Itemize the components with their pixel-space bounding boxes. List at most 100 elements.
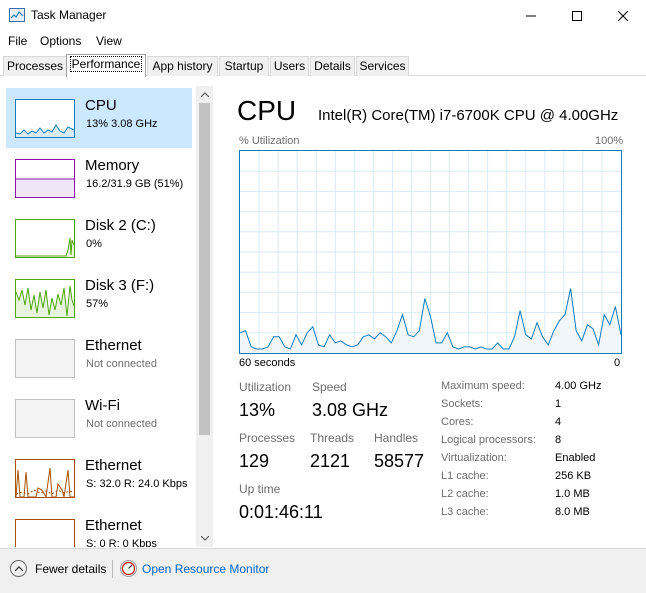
resource-sub: 16.2/31.9 GB (51%) xyxy=(86,178,184,190)
resource-disk-3[interactable]: Disk 3 (F:) 57% xyxy=(6,268,192,328)
tab-details[interactable]: Details xyxy=(310,56,355,76)
menu-file[interactable]: File xyxy=(8,34,27,48)
spec-value: Enabled xyxy=(555,452,596,464)
tab-label: Details xyxy=(314,59,351,73)
minimize-button[interactable] xyxy=(508,0,554,31)
memory-thumbnail xyxy=(15,159,75,198)
resource-ethernet-2[interactable]: Ethernet S: 32.0 R: 24.0 Kbps xyxy=(6,448,192,508)
ethernet-3-thumbnail xyxy=(15,519,75,547)
scroll-thumb[interactable] xyxy=(199,103,210,435)
fewer-details-button[interactable]: Fewer details xyxy=(35,562,106,576)
resource-name: Disk 2 (C:) xyxy=(85,217,156,234)
graph-y-max: 100% xyxy=(595,135,624,147)
resource-wifi[interactable]: Wi-Fi Not connected xyxy=(6,388,192,448)
threads-label: Threads xyxy=(310,431,355,445)
spec-label: L3 cache: xyxy=(441,506,489,518)
graph-y-label: % Utilization xyxy=(239,135,300,147)
spec-label: Maximum speed: xyxy=(441,380,525,392)
title-bar: Task Manager xyxy=(0,0,646,31)
scroll-down-button[interactable] xyxy=(196,530,213,547)
resource-sub: Not connected xyxy=(86,358,157,370)
resource-name: Memory xyxy=(85,157,140,174)
tab-users[interactable]: Users xyxy=(270,56,309,76)
resource-name: Wi-Fi xyxy=(85,397,120,414)
speed-label: Speed xyxy=(312,380,347,394)
handles-value: 58577 xyxy=(374,451,425,471)
spec-label: Logical processors: xyxy=(441,434,536,446)
open-resource-monitor-link[interactable]: Open Resource Monitor xyxy=(142,562,269,576)
spec-value: 1.0 MB xyxy=(555,488,590,500)
chevron-up-icon xyxy=(200,92,209,97)
resource-name: Ethernet xyxy=(85,337,142,354)
spec-value: 1 xyxy=(555,398,562,410)
tab-label: App history xyxy=(152,59,213,73)
tab-app-history[interactable]: App history xyxy=(147,56,218,76)
task-manager-icon xyxy=(9,8,25,22)
maximize-icon xyxy=(572,10,582,21)
cpu-utilization-graph xyxy=(239,150,622,354)
resource-sub: S: 0 R: 0 Kbps xyxy=(86,538,157,547)
minimize-icon xyxy=(526,15,536,16)
processes-value: 129 xyxy=(239,451,270,471)
footer-divider xyxy=(112,560,113,578)
tab-performance[interactable]: Performance xyxy=(66,54,146,77)
tab-label: Processes xyxy=(6,59,64,73)
resource-name: Disk 3 (F:) xyxy=(85,277,155,294)
resource-ethernet-3[interactable]: Ethernet S: 0 R: 0 Kbps xyxy=(6,508,192,547)
resource-sub: 0% xyxy=(86,238,102,250)
tab-startup[interactable]: Startup xyxy=(219,56,269,76)
cpu-graph-svg xyxy=(240,151,621,353)
tab-label: Performance xyxy=(69,56,143,72)
spec-value: 4.00 GHz xyxy=(555,380,602,392)
menu-bar: File Options View xyxy=(0,31,646,51)
resource-disk-2[interactable]: Disk 2 (C:) 0% xyxy=(6,208,192,268)
ethernet-2-thumbnail xyxy=(15,459,75,498)
wifi-thumbnail xyxy=(15,399,75,438)
chevron-up-circle-icon[interactable] xyxy=(10,560,27,577)
resource-name: Ethernet xyxy=(85,517,142,534)
resource-memory[interactable]: Memory 16.2/31.9 GB (51%) xyxy=(6,148,192,208)
menu-options[interactable]: Options xyxy=(40,34,81,48)
scroll-up-button[interactable] xyxy=(196,86,213,103)
resource-list: CPU 13% 3.08 GHz Memory 16.2/31.9 GB (51… xyxy=(0,86,213,547)
spec-value: 256 KB xyxy=(555,470,592,482)
resource-sub: 57% xyxy=(86,298,109,310)
tab-label: Services xyxy=(359,59,406,73)
cpu-thumbnail xyxy=(15,99,75,138)
ethernet-1-thumbnail xyxy=(15,339,75,378)
menu-view[interactable]: View xyxy=(96,34,122,48)
footer-bar: Fewer details Open Resource Monitor xyxy=(0,548,646,593)
utilization-label: Utilization xyxy=(239,380,292,394)
resource-sub: Not connected xyxy=(86,418,157,430)
tab-strip: Processes Performance App history Startu… xyxy=(0,54,646,77)
resource-monitor-icon[interactable] xyxy=(120,560,137,577)
tab-services[interactable]: Services xyxy=(356,56,409,76)
resource-sub: S: 32.0 R: 24.0 Kbps xyxy=(86,478,188,490)
resource-sub: 13% 3.08 GHz xyxy=(86,118,158,130)
window-title: Task Manager xyxy=(31,8,107,22)
processes-label: Processes xyxy=(239,431,296,445)
disk-2-thumbnail xyxy=(15,219,75,258)
close-icon xyxy=(618,10,628,21)
maximize-button[interactable] xyxy=(554,0,600,31)
utilization-value: 13% xyxy=(239,400,276,420)
disk-3-thumbnail xyxy=(15,279,75,318)
close-button[interactable] xyxy=(600,0,646,31)
graph-x-label: 60 seconds xyxy=(239,357,296,369)
detail-title: CPU xyxy=(237,95,297,126)
speed-value: 3.08 GHz xyxy=(312,400,389,420)
threads-value: 2121 xyxy=(310,451,351,471)
spec-label: L2 cache: xyxy=(441,488,489,500)
spec-label: Sockets: xyxy=(441,398,484,410)
tab-processes[interactable]: Processes xyxy=(3,56,67,76)
resource-name: Ethernet xyxy=(85,457,142,474)
resource-name: CPU xyxy=(85,97,117,114)
tab-label: Startup xyxy=(224,59,264,73)
resource-scrollbar[interactable] xyxy=(196,86,213,547)
handles-label: Handles xyxy=(374,431,419,445)
uptime-value: 0:01:46:11 xyxy=(239,502,323,522)
cpu-model: Intel(R) Core(TM) i7-6700K CPU @ 4.00GHz xyxy=(318,107,619,124)
resource-cpu[interactable]: CPU 13% 3.08 GHz xyxy=(6,88,192,148)
resource-ethernet-1[interactable]: Ethernet Not connected xyxy=(6,328,192,388)
chevron-down-icon xyxy=(200,536,209,541)
